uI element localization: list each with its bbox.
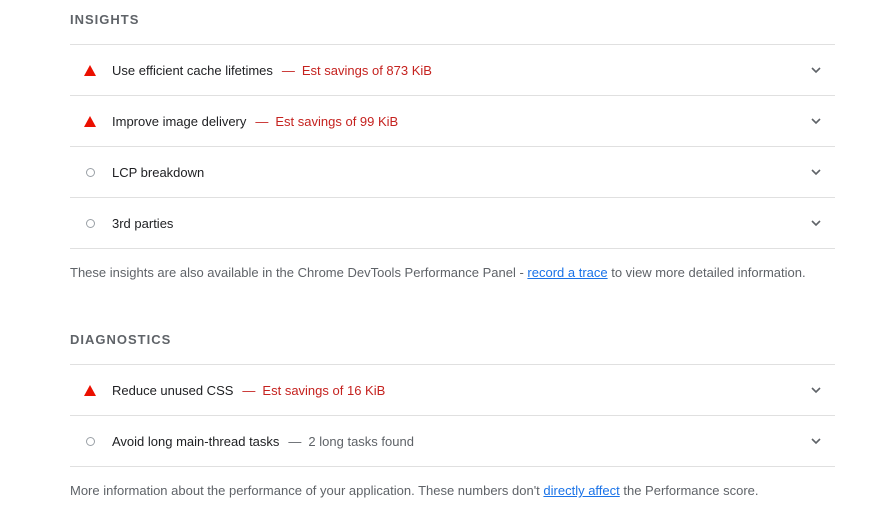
directly-affect-link[interactable]: directly affect [543, 483, 619, 498]
diagnostics-note: More information about the performance o… [70, 482, 835, 500]
audit-avoid-long-main-thread-tasks[interactable]: Avoid long main-thread tasks — 2 long ta… [70, 416, 835, 467]
audit-title: Use efficient cache lifetimes [112, 62, 273, 78]
record-a-trace-link[interactable]: record a trace [527, 265, 607, 280]
empty-circle-icon [83, 434, 97, 448]
chevron-down-icon[interactable] [811, 116, 821, 126]
audit-savings: Est savings of 16 KiB [262, 382, 386, 398]
chevron-down-icon[interactable] [811, 167, 821, 177]
audit-title: Improve image delivery [112, 113, 247, 129]
audit-savings: Est savings of 873 KiB [301, 62, 432, 78]
insights-note: These insights are also available in the… [70, 264, 835, 282]
warning-triangle-icon [83, 383, 97, 397]
audit-separator: — [255, 113, 269, 129]
audit-3rd-parties[interactable]: 3rd parties [70, 198, 835, 249]
chevron-down-icon[interactable] [811, 385, 821, 395]
diagnostics-note-text: More information about the performance o… [70, 483, 544, 498]
audit-lcp-breakdown[interactable]: LCP breakdown [70, 147, 835, 198]
warning-triangle-icon [83, 114, 97, 128]
insights-list: Use efficient cache lifetimes — Est savi… [70, 44, 835, 249]
audit-use-efficient-cache-lifetimes[interactable]: Use efficient cache lifetimes — Est savi… [70, 45, 835, 96]
audit-title: LCP breakdown [112, 164, 205, 180]
audit-separator: — [281, 62, 295, 78]
chevron-down-icon[interactable] [811, 436, 821, 446]
insights-note-text-end: to view more detailed information. [607, 265, 806, 280]
audit-display-value: 2 long tasks found [308, 433, 414, 449]
audit-title: Reduce unused CSS [112, 382, 234, 398]
warning-triangle-icon [83, 63, 97, 77]
insights-section-title: INSIGHTS [70, 12, 140, 27]
audit-title: 3rd parties [112, 215, 174, 231]
audit-separator: — [242, 382, 256, 398]
audit-reduce-unused-css[interactable]: Reduce unused CSS — Est savings of 16 Ki… [70, 365, 835, 416]
insights-note-text: These insights are also available in the… [70, 265, 528, 280]
empty-circle-icon [83, 216, 97, 230]
audit-title: Avoid long main-thread tasks [112, 433, 280, 449]
audits-panel: INSIGHTS Use efficient cache lifetimes —… [70, 0, 835, 500]
audit-improve-image-delivery[interactable]: Improve image delivery — Est savings of … [70, 96, 835, 147]
audit-savings: Est savings of 99 KiB [275, 113, 399, 129]
diagnostics-list: Reduce unused CSS — Est savings of 16 Ki… [70, 364, 835, 467]
diagnostics-note-text-end: the Performance score. [619, 483, 759, 498]
empty-circle-icon [83, 165, 97, 179]
diagnostics-section-title: DIAGNOSTICS [70, 332, 172, 347]
audit-separator: — [288, 433, 302, 449]
chevron-down-icon[interactable] [811, 65, 821, 75]
chevron-down-icon[interactable] [811, 218, 821, 228]
